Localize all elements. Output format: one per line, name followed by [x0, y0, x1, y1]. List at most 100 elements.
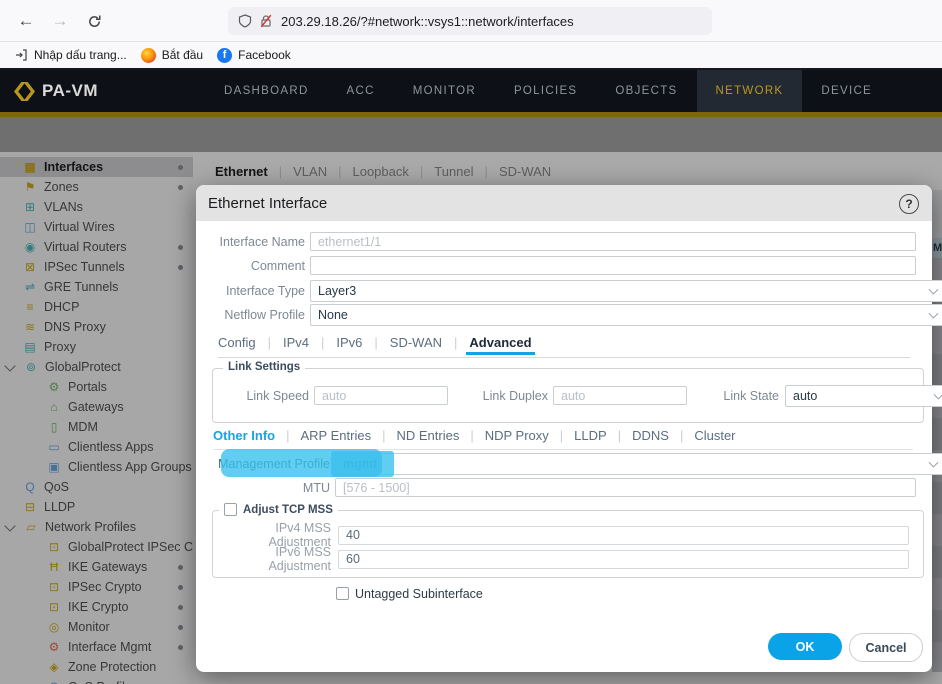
- mdm-icon: ▯: [46, 420, 62, 434]
- adjust-tcp-mss-label: Adjust TCP MSS: [243, 504, 333, 516]
- reload-icon[interactable]: [80, 7, 108, 35]
- dialog-tab[interactable]: |Advanced: [442, 335, 532, 356]
- dialog-tab[interactable]: |IPv6: [309, 335, 362, 356]
- sidebar-item-label: Proxy: [44, 340, 193, 354]
- sidebar-item[interactable]: ⊡ GlobalProtect IPSec Crypto: [0, 537, 193, 557]
- sidebar-item-label: Virtual Routers: [44, 240, 178, 254]
- sidebar-item[interactable]: ⊞ VLANs: [0, 197, 193, 217]
- sidebar-item[interactable]: ⊡ IKE Crypto: [0, 597, 193, 617]
- management-profile-select[interactable]: mgmt: [335, 453, 942, 475]
- sidebar-item[interactable]: ▤ Proxy: [0, 337, 193, 357]
- sidebar-item-label: QoS Profile: [68, 680, 178, 684]
- dialog-tab[interactable]: |SD-WAN: [362, 335, 442, 356]
- bookmark-firefox-start[interactable]: Bắt đầu: [141, 48, 203, 63]
- comment-field[interactable]: [310, 256, 916, 275]
- content-tab[interactable]: |Tunnel: [409, 164, 474, 179]
- adjust-tcp-mss-checkbox[interactable]: [224, 503, 237, 516]
- sidebar-item[interactable]: ⌂ Gateways: [0, 397, 193, 417]
- sidebar-item[interactable]: ◎ Monitor: [0, 617, 193, 637]
- zones-icon: ⚑: [22, 180, 38, 194]
- link-state-select[interactable]: auto: [785, 385, 942, 407]
- mss-rows: IPv4 MSS Adjustment IPv6 MSS Adjustment: [213, 523, 909, 571]
- sidebar-item[interactable]: ⚙ Portals: [0, 377, 193, 397]
- subtab[interactable]: |Other Info: [213, 428, 275, 449]
- bookmark-facebook[interactable]: f Facebook: [217, 48, 291, 63]
- nav-item[interactable]: ACC: [328, 70, 394, 112]
- sidebar-item[interactable]: ◉ Virtual Routers: [0, 237, 193, 257]
- interface-type-select[interactable]: Layer3: [310, 280, 942, 302]
- sidebar-item[interactable]: ▭ Clientless Apps: [0, 437, 193, 457]
- netflow-profile-select[interactable]: None: [310, 304, 942, 326]
- portals-icon: ⚙: [46, 380, 62, 394]
- dialog-tab[interactable]: |IPv4: [256, 335, 309, 356]
- background-table-header: MA: [932, 238, 942, 258]
- subtab[interactable]: |LLDP: [549, 428, 607, 449]
- dialog-tab[interactable]: |Config: [218, 335, 256, 356]
- interface-mgmt-icon: ⚙: [46, 640, 62, 654]
- mss-row-field[interactable]: [338, 526, 909, 545]
- sidebar-item[interactable]: Q QoS: [0, 477, 193, 497]
- forward-icon[interactable]: →: [46, 7, 74, 35]
- insecure-lock-icon[interactable]: [259, 14, 273, 28]
- status-dot: [178, 585, 183, 590]
- help-icon[interactable]: ?: [899, 194, 919, 214]
- sidebar-item[interactable]: ≋ DNS Proxy: [0, 317, 193, 337]
- chevron-down-icon: [4, 360, 15, 371]
- content-tab[interactable]: |SD-WAN: [474, 164, 552, 179]
- url-bar[interactable]: 203.29.18.26/?#network::vsys1::network/i…: [228, 7, 712, 35]
- subtab[interactable]: |ARP Entries: [275, 428, 371, 449]
- proxy-icon: ▤: [22, 340, 38, 354]
- ok-button[interactable]: OK: [768, 633, 842, 660]
- subtab[interactable]: |Cluster: [669, 428, 736, 449]
- link-duplex-field[interactable]: [553, 386, 687, 405]
- sidebar-item-label: Zones: [44, 180, 178, 194]
- dialog-header: Ethernet Interface: [196, 185, 932, 221]
- status-dot: [178, 605, 183, 610]
- sidebar-item[interactable]: ⚙ Interface Mgmt: [0, 637, 193, 657]
- subtab[interactable]: |ND Entries: [371, 428, 459, 449]
- qos-icon: Q: [22, 480, 38, 494]
- nav-item[interactable]: NETWORK: [697, 70, 803, 112]
- sidebar-item[interactable]: ⚑ Zones: [0, 177, 193, 197]
- nav-item[interactable]: DASHBOARD: [205, 70, 328, 112]
- sidebar-item[interactable]: ▦ Interfaces: [0, 157, 193, 177]
- sidebar-item-label: QoS: [44, 480, 193, 494]
- content-tab[interactable]: |VLAN: [268, 164, 327, 179]
- sidebar-item[interactable]: ▯ MDM: [0, 417, 193, 437]
- cancel-button[interactable]: Cancel: [849, 633, 923, 662]
- subtab[interactable]: |NDP Proxy: [459, 428, 548, 449]
- sidebar-item[interactable]: Ħ IKE Gateways: [0, 557, 193, 577]
- bookmark-import[interactable]: Nhập dấu trang...: [14, 48, 127, 62]
- sidebar-item[interactable]: ⊡ IPSec Crypto: [0, 577, 193, 597]
- content-tab[interactable]: |Ethernet: [215, 164, 268, 179]
- chevron-down-icon: [4, 520, 15, 531]
- mtu-field[interactable]: [335, 478, 916, 497]
- mss-row-field[interactable]: [338, 550, 909, 569]
- sidebar-item[interactable]: ▣ Clientless App Groups: [0, 457, 193, 477]
- nav-item[interactable]: MONITOR: [394, 70, 495, 112]
- interface-name-field[interactable]: [310, 232, 916, 251]
- virtual-wires-icon: ◫: [22, 220, 38, 234]
- shield-icon[interactable]: [238, 14, 252, 28]
- back-icon[interactable]: ←: [12, 7, 40, 35]
- nav-item[interactable]: DEVICE: [802, 70, 891, 112]
- browser-toolbar: ← → 203.29.18.26/?#network::vsys1::netwo…: [0, 0, 942, 42]
- status-dot: [178, 645, 183, 650]
- sidebar-item[interactable]: ◫ Virtual Wires: [0, 217, 193, 237]
- content-tab[interactable]: |Loopback: [327, 164, 409, 179]
- nav-item[interactable]: OBJECTS: [596, 70, 696, 112]
- sidebar-item[interactable]: ⊟ LLDP: [0, 497, 193, 517]
- management-profile-label: Management Profile: [196, 457, 330, 471]
- link-speed-field[interactable]: [314, 386, 448, 405]
- sidebar-item[interactable]: ⇌ GRE Tunnels: [0, 277, 193, 297]
- subtab[interactable]: |DDNS: [607, 428, 669, 449]
- sidebar-item[interactable]: ⊚ GlobalProtect: [0, 357, 193, 377]
- sidebar-item[interactable]: ◈ Zone Protection: [0, 657, 193, 677]
- untagged-subinterface-checkbox[interactable]: [336, 587, 349, 600]
- sidebar-item[interactable]: Q QoS Profile: [0, 677, 193, 684]
- sidebar-item[interactable]: ⊠ IPSec Tunnels: [0, 257, 193, 277]
- sidebar-item[interactable]: ≡ DHCP: [0, 297, 193, 317]
- nav-item[interactable]: POLICIES: [495, 70, 596, 112]
- sidebar-item-label: DHCP: [44, 300, 193, 314]
- sidebar-item[interactable]: ▱ Network Profiles: [0, 517, 193, 537]
